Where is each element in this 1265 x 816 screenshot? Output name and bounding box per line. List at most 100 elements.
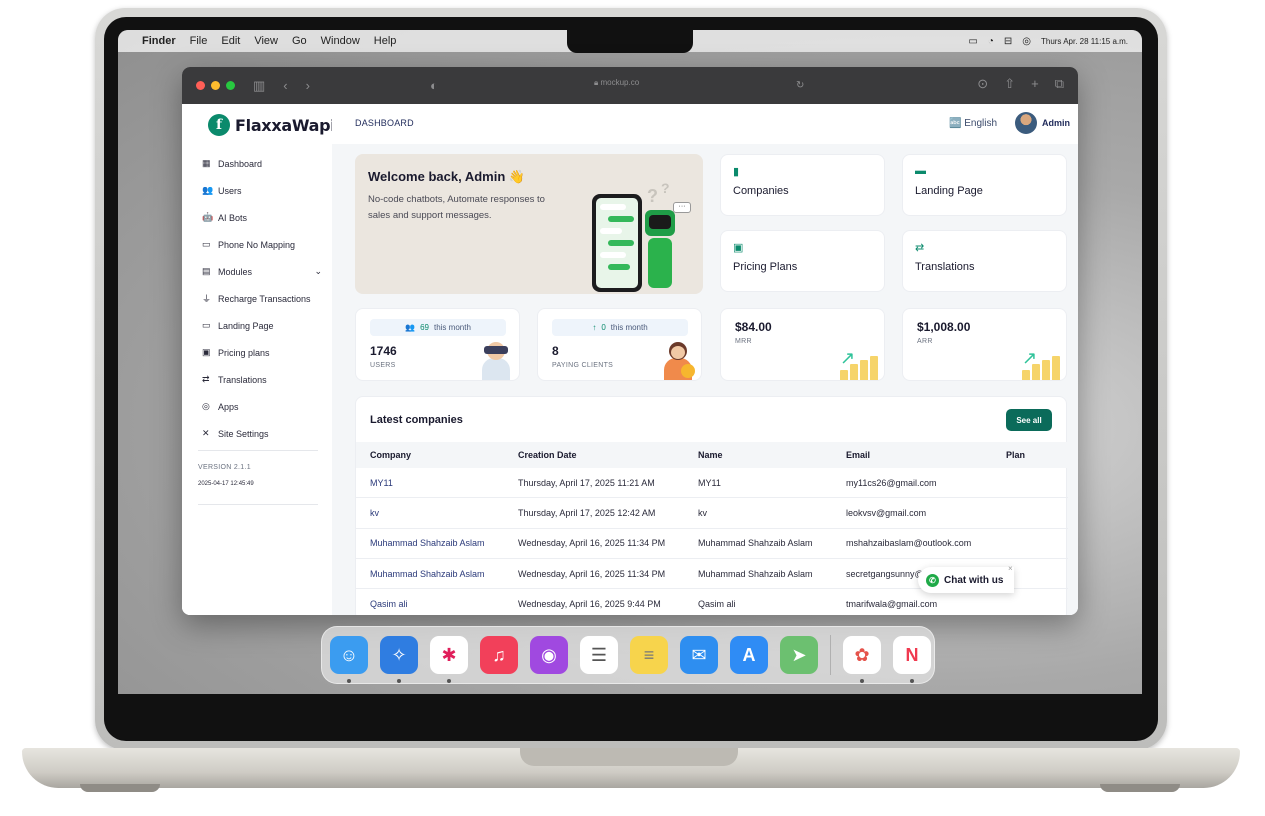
sidebar-item-modules[interactable]: ▤ Modules ⌄ xyxy=(202,258,322,285)
language-selector[interactable]: 🔤 English xyxy=(949,118,997,129)
dock-slack-icon[interactable]: ✱ xyxy=(430,636,468,683)
sidebar-item-apps[interactable]: ◎ Apps xyxy=(202,393,322,420)
coin-icon xyxy=(681,364,695,378)
growth-bar xyxy=(1022,370,1030,380)
table-row[interactable]: Muhammad Shahzaib Aslam Wednesday, April… xyxy=(356,529,1068,559)
dock-maps-icon[interactable]: ➤ xyxy=(780,636,818,674)
column-header[interactable]: Email xyxy=(846,450,870,460)
user-name[interactable]: Admin xyxy=(1042,118,1070,128)
quick-card-companies[interactable]: ▮ Companies xyxy=(720,154,885,216)
zoom-window-button[interactable] xyxy=(226,81,235,90)
sidebar-item-translations[interactable]: ⇄ Translations xyxy=(202,366,322,393)
screen: Finder File Edit View Go Window Help ▭ ◔… xyxy=(118,30,1142,694)
figure-body xyxy=(482,358,510,380)
stat-pill: 👥 69 this month xyxy=(370,319,506,336)
company-link[interactable]: Qasim ali xyxy=(370,599,408,609)
company-link[interactable]: MY11 xyxy=(370,478,393,488)
sidebar-item-label: Dashboard xyxy=(218,158,263,169)
menu-go[interactable]: Go xyxy=(292,35,307,47)
tab-overview-icon[interactable]: ⧉ xyxy=(1055,76,1064,92)
dock-app-store-icon[interactable]: A xyxy=(730,636,768,674)
chat-label: Chat with us xyxy=(944,574,1004,586)
status-area: ▭ ◔ ⊟ ◎ Thurs Apr. 28 11:15 a.m. xyxy=(968,30,1128,52)
dock-reminders-icon[interactable]: ☰ xyxy=(580,636,618,674)
reload-icon[interactable]: ↻ xyxy=(796,80,804,91)
trend-arrow-icon: ↗ xyxy=(1022,348,1038,368)
close-window-button[interactable] xyxy=(196,81,205,90)
avatar[interactable] xyxy=(1015,112,1037,134)
company-link[interactable]: Muhammad Shahzaib Aslam xyxy=(370,569,485,579)
company-link[interactable]: Muhammad Shahzaib Aslam xyxy=(370,538,485,548)
dock-news-icon[interactable]: N xyxy=(893,636,931,683)
camera-notch xyxy=(567,30,693,53)
quick-card-landing-page[interactable]: ▬ Landing Page xyxy=(902,154,1067,216)
back-icon[interactable]: ‹ xyxy=(283,78,287,93)
logo[interactable]: f FlaxxaWapi xyxy=(208,114,336,136)
address-bar[interactable]: 🔒︎ mockup.co xyxy=(594,78,639,88)
dock-finder-icon[interactable]: ☺ xyxy=(330,636,368,683)
dock-safari-icon[interactable]: ✧ xyxy=(380,636,418,683)
coin-woman-illustration xyxy=(661,342,695,380)
menu-window[interactable]: Window xyxy=(321,35,360,47)
welcome-title: Welcome back, Admin 👋 xyxy=(368,169,526,184)
sidebar-item-ai-bots[interactable]: 🤖 AI Bots xyxy=(202,204,322,231)
running-indicator xyxy=(397,679,401,683)
sidebar-item-site-settings[interactable]: ✕ Site Settings xyxy=(202,420,322,447)
menu-file[interactable]: File xyxy=(190,35,208,47)
quick-card-pricing-plans[interactable]: ▣ Pricing Plans xyxy=(720,230,885,292)
control-center-icon[interactable]: ⊟ xyxy=(1004,36,1012,47)
sidebar-item-dashboard[interactable]: ▦ Dashboard xyxy=(202,150,322,177)
sidebar-item-phone-mapping[interactable]: ▭ Phone No Mapping xyxy=(202,231,322,258)
chat-close-icon[interactable]: × xyxy=(1008,564,1013,573)
laptop-chin xyxy=(104,694,1158,740)
wifi-icon[interactable]: ◔ xyxy=(988,36,994,47)
chat-with-us-button[interactable]: ✆ Chat with us xyxy=(918,567,1014,593)
menubar-clock[interactable]: Thurs Apr. 28 11:15 a.m. xyxy=(1041,37,1128,46)
sidebar-item-recharge-transactions[interactable]: ⏚ Recharge Transactions xyxy=(202,285,322,312)
see-all-button[interactable]: See all xyxy=(1006,409,1052,431)
dock-mail-icon[interactable]: ✉ xyxy=(680,636,718,674)
stat-card-paying-clients: ↑ 0 this month 8 PAYING CLIENTS xyxy=(537,308,702,381)
music-icon: ♫ xyxy=(492,644,506,665)
dashboard-icon: ▦ xyxy=(202,158,211,168)
column-header[interactable]: Plan xyxy=(1006,450,1025,460)
sidebar: f FlaxxaWapi ▦ Dashboard 👥 Users 🤖 AI Bo… xyxy=(182,104,336,615)
table-row[interactable]: Qasim ali Wednesday, April 16, 2025 9:44… xyxy=(356,589,1068,615)
privacy-shield-icon[interactable]: ◐ xyxy=(430,78,438,93)
siri-icon[interactable]: ◎ xyxy=(1022,36,1031,47)
dock-podcasts-icon[interactable]: ◉ xyxy=(530,636,568,674)
menu-finder[interactable]: Finder xyxy=(142,35,176,47)
company-link[interactable]: kv xyxy=(370,508,379,518)
dock-music-icon[interactable]: ♫ xyxy=(480,636,518,674)
dock-photos-icon[interactable]: ✿ xyxy=(843,636,881,683)
chevron-down-icon[interactable]: ⌄ xyxy=(314,266,322,277)
menu-help[interactable]: Help xyxy=(374,35,397,47)
creation-date: Thursday, April 17, 2025 12:42 AM xyxy=(518,507,656,518)
minimize-window-button[interactable] xyxy=(211,81,220,90)
column-header[interactable]: Creation Date xyxy=(518,450,577,460)
sidebar-item-pricing-plans[interactable]: ▣ Pricing plans xyxy=(202,339,322,366)
forward-icon[interactable]: › xyxy=(306,78,310,93)
sidebar-item-landing-page[interactable]: ▭ Landing Page xyxy=(202,312,322,339)
menu-view[interactable]: View xyxy=(254,35,278,47)
column-header[interactable]: Name xyxy=(698,450,723,460)
share-icon[interactable]: ⇧ xyxy=(1004,76,1015,92)
contact-name: Muhammad Shahzaib Aslam xyxy=(698,568,813,579)
table-row[interactable]: MY11 Thursday, April 17, 2025 11:21 AM M… xyxy=(356,468,1068,499)
table-row[interactable]: kv Thursday, April 17, 2025 12:42 AM kv … xyxy=(356,498,1068,529)
sidebar-item-users[interactable]: 👥 Users xyxy=(202,177,322,204)
phone-illustration xyxy=(592,194,642,292)
menu-edit[interactable]: Edit xyxy=(221,35,240,47)
news-icon: N xyxy=(905,644,919,665)
column-header[interactable]: Company xyxy=(370,450,411,460)
growth-chart-icon: ↗ xyxy=(1020,346,1060,380)
battery-icon[interactable]: ▭ xyxy=(968,36,977,47)
new-tab-icon[interactable]: + xyxy=(1031,76,1039,92)
sidebar-toggle-icon[interactable]: ▥ xyxy=(253,78,265,94)
question-mark-icon: ? xyxy=(647,186,658,206)
quick-card-translations[interactable]: ⇄ Translations xyxy=(902,230,1067,292)
stat-card-users: 👥 69 this month 1746 USERS xyxy=(355,308,520,381)
dock-notes-icon[interactable]: ≡ xyxy=(630,636,668,674)
phone-screen xyxy=(596,198,638,288)
download-icon[interactable]: ⊙ xyxy=(977,76,988,92)
